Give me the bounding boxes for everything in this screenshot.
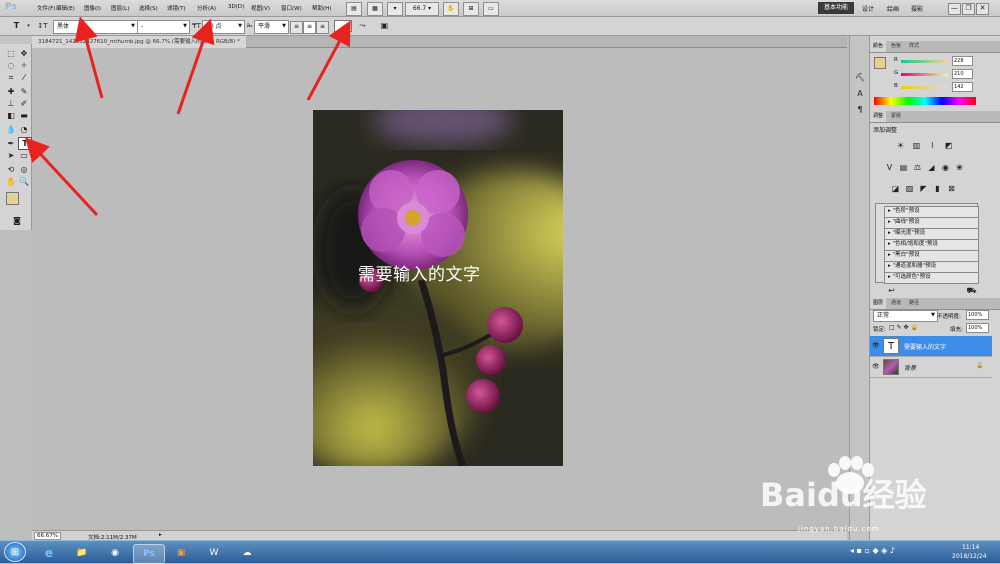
taskbar-w-icon[interactable]: W <box>199 544 229 562</box>
tray-time: 11:14 <box>962 544 980 551</box>
windows-taskbar: ⊞ e 📁 ◉ Ps ▣ W ☁ ◂ ▪ ▫ ◆ ◈ ♪ 11:14 2018/… <box>0 540 1000 564</box>
arrow-to-font-size <box>176 18 215 115</box>
taskbar-chrome-icon[interactable]: ◉ <box>100 544 130 562</box>
arrow-to-font-family <box>74 16 104 99</box>
taskbar-photoshop-icon[interactable]: Ps <box>133 544 165 564</box>
watermark-brand: Baidu经验 <box>760 476 927 514</box>
watermark-url: jingyan.baidu.com <box>798 525 880 533</box>
taskbar-cloud-icon[interactable]: ☁ <box>232 544 262 562</box>
arrow-to-type-tool <box>24 137 99 217</box>
start-button[interactable]: ⊞ <box>4 542 26 562</box>
tray-date: 2018/12/24 <box>952 553 987 560</box>
taskbar-explorer-icon[interactable]: 📁 <box>67 544 97 562</box>
tray-icons[interactable]: ◂ ▪ ▫ ◆ ◈ ♪ <box>850 546 895 555</box>
arrow-to-text-color <box>306 20 351 101</box>
taskbar-ie-icon[interactable]: e <box>34 544 64 562</box>
taskbar-orange-app-icon[interactable]: ▣ <box>166 544 196 562</box>
